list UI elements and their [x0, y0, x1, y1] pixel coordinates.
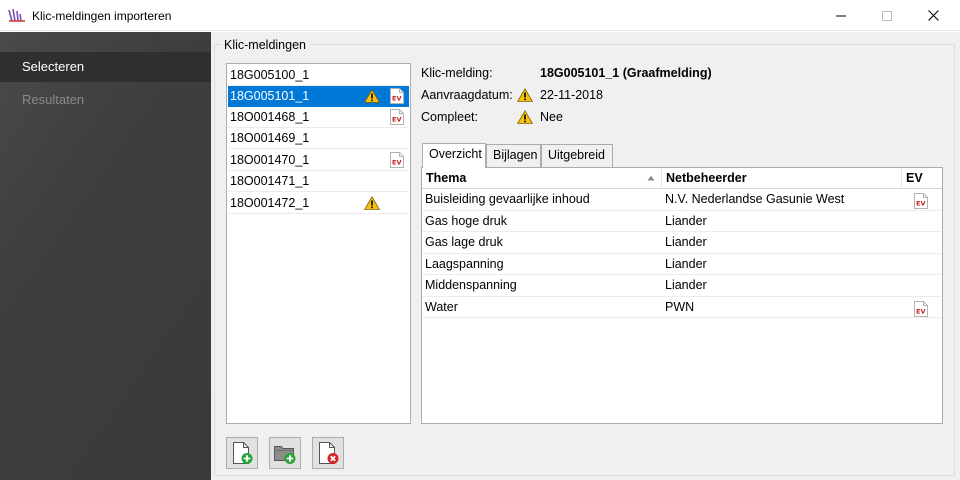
close-button[interactable]: [910, 0, 956, 31]
list-item-label: 18G005100_1: [230, 68, 310, 82]
table-row[interactable]: Laagspanning Liander: [422, 254, 942, 275]
remove-file-button[interactable]: [312, 437, 344, 469]
minimize-button[interactable]: [818, 0, 864, 31]
list-item[interactable]: 18O001470_1 EV: [228, 150, 409, 171]
window-title: Klic-meldingen importeren: [32, 9, 172, 23]
cell-netbeheerder: Liander: [665, 213, 707, 228]
overzicht-panel: Thema Netbeheerder EV Buisleiding gevaar…: [421, 167, 943, 424]
list-item[interactable]: 18O001469_1: [228, 128, 409, 149]
aanvraagdatum-label: Aanvraagdatum:: [421, 88, 513, 102]
list-item-label: 18O001469_1: [230, 131, 310, 145]
tab-overzicht[interactable]: Overzicht: [422, 143, 486, 168]
sidebar: Selecteren Resultaten: [0, 32, 211, 480]
list-item[interactable]: 18G005100_1: [228, 65, 409, 86]
group-label: Klic-meldingen: [221, 38, 309, 52]
column-header-thema[interactable]: Thema: [422, 168, 662, 189]
list-item-label: 18O001471_1: [230, 174, 310, 188]
add-folder-button[interactable]: [269, 437, 301, 469]
table-row[interactable]: Water PWN EV: [422, 297, 942, 318]
klic-melding-value: 18G005101_1 (Graafmelding): [540, 66, 712, 80]
minimize-icon: [836, 15, 846, 16]
compleet-label: Compleet:: [421, 110, 478, 124]
title-bar: Klic-meldingen importeren: [0, 0, 960, 31]
warning-icon: [364, 89, 380, 103]
maximize-icon: [882, 10, 892, 21]
grid-header: Thema Netbeheerder EV: [422, 168, 942, 189]
column-header-netbeheerder[interactable]: Netbeheerder: [662, 168, 902, 189]
warning-icon: [364, 196, 380, 210]
svg-text:EV: EV: [392, 159, 401, 167]
close-icon: [927, 10, 939, 21]
klic-app-icon: [8, 8, 25, 22]
svg-text:EV: EV: [392, 116, 401, 124]
svg-text:EV: EV: [916, 200, 925, 208]
tab-uitgebreid[interactable]: Uitgebreid: [541, 144, 613, 167]
warning-icon: [517, 110, 533, 124]
ev-document-icon: EV: [390, 88, 404, 104]
cell-netbeheerder: Liander: [665, 235, 707, 249]
nav-item-resultaten[interactable]: Resultaten: [0, 85, 211, 115]
list-item[interactable]: 18O001472_1: [228, 193, 409, 214]
ev-document-icon: EV: [390, 109, 404, 125]
table-row[interactable]: Gas hoge druk Liander: [422, 211, 942, 232]
tab-bijlagen[interactable]: Bijlagen: [486, 144, 541, 167]
column-header-label: Thema: [426, 171, 467, 185]
cell-thema: Gas hoge druk: [425, 213, 507, 228]
list-item-selected[interactable]: 18G005101_1 EV: [228, 86, 409, 107]
klic-melding-label: Klic-melding:: [421, 66, 493, 80]
list-item-label: 18O001472_1: [230, 196, 310, 210]
cell-netbeheerder: PWN: [665, 299, 695, 314]
cell-thema: Buisleiding gevaarlijke inhoud: [425, 192, 590, 206]
cell-netbeheerder: Liander: [665, 256, 707, 271]
cell-thema: Water: [425, 299, 458, 314]
cell-thema: Laagspanning: [425, 256, 504, 271]
add-folder-icon: [274, 446, 296, 464]
cell-netbeheerder: Liander: [665, 278, 707, 292]
maximize-button[interactable]: [864, 0, 910, 31]
list-item[interactable]: 18O001471_1: [228, 171, 409, 192]
cell-thema: Middenspanning: [425, 278, 517, 292]
compleet-value: Nee: [540, 110, 563, 124]
table-row[interactable]: Middenspanning Liander: [422, 275, 942, 297]
ev-document-icon[interactable]: EV: [914, 300, 928, 317]
main-content: Klic-meldingen 18G005100_1 18G005101_1 E…: [211, 32, 960, 480]
cell-netbeheerder: N.V. Nederlandse Gasunie West: [665, 192, 845, 206]
add-file-icon: [233, 442, 253, 464]
table-row[interactable]: Gas lage druk Liander: [422, 232, 942, 254]
nav-item-selecteren[interactable]: Selecteren: [0, 52, 211, 82]
list-item-label: 18O001470_1: [230, 153, 310, 167]
ev-document-icon: EV: [390, 152, 404, 168]
table-row[interactable]: Buisleiding gevaarlijke inhoud N.V. Nede…: [422, 189, 942, 211]
svg-text:EV: EV: [916, 307, 925, 315]
column-header-ev[interactable]: EV: [902, 168, 942, 189]
aanvraagdatum-value: 22-11-2018: [540, 88, 604, 102]
list-item[interactable]: 18O001468_1 EV: [228, 107, 409, 128]
sort-ascending-icon: [647, 175, 655, 181]
warning-icon: [517, 88, 533, 102]
svg-text:EV: EV: [392, 95, 401, 103]
list-item-label: 18G005101_1: [230, 89, 310, 103]
add-file-button[interactable]: [226, 437, 258, 469]
cell-thema: Gas lage druk: [425, 235, 503, 249]
list-item-label: 18O001468_1: [230, 110, 310, 124]
klic-melding-list[interactable]: 18G005100_1 18G005101_1 EV 18O001468_1 E…: [226, 63, 411, 424]
remove-file-icon: [319, 442, 339, 464]
ev-document-icon[interactable]: EV: [914, 193, 928, 209]
